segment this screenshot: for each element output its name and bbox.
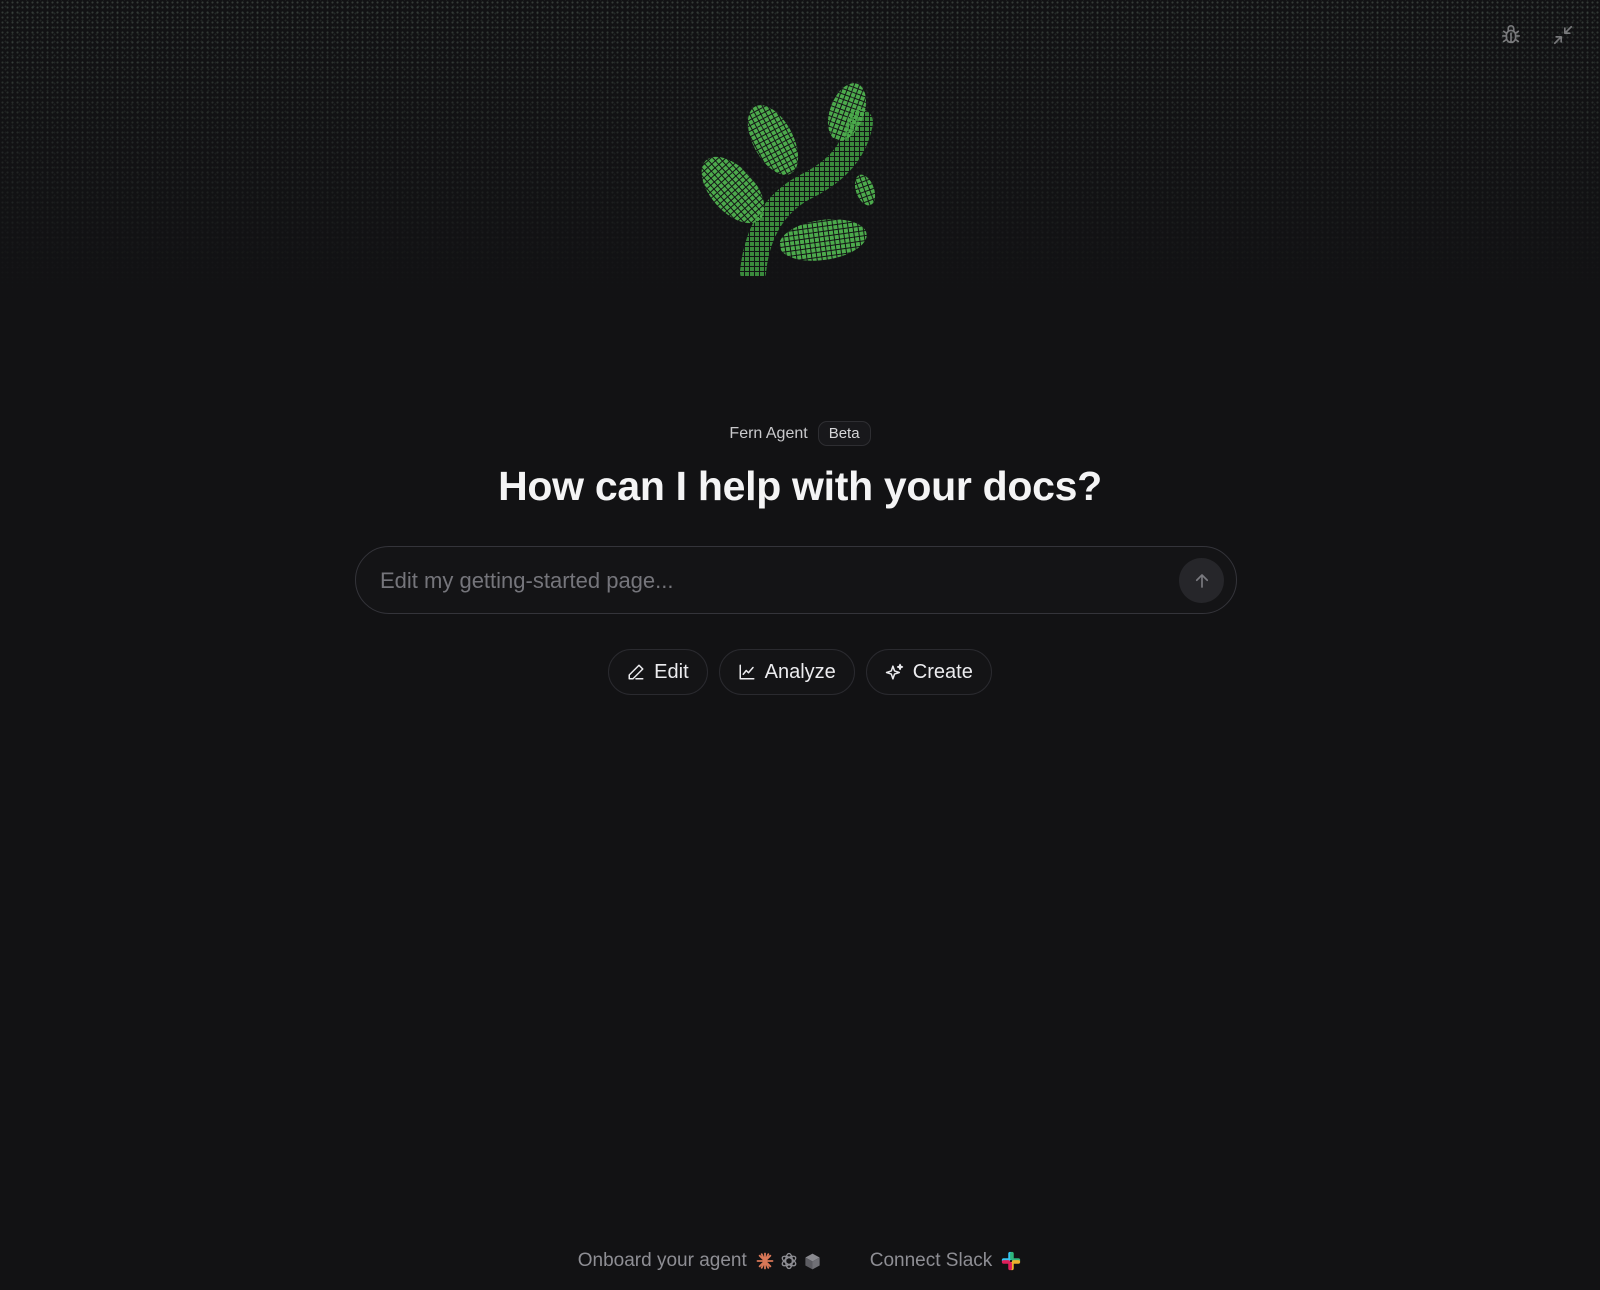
edit-button[interactable]: Edit bbox=[608, 649, 708, 695]
onboard-agent-link[interactable]: Onboard your agent bbox=[578, 1250, 822, 1272]
quick-actions: Edit Analyze Create bbox=[0, 649, 1600, 695]
create-label: Create bbox=[912, 660, 973, 683]
onboard-icons bbox=[755, 1251, 822, 1271]
top-actions bbox=[1496, 20, 1578, 50]
analyze-label: Analyze bbox=[764, 660, 836, 683]
line-chart-icon bbox=[739, 664, 755, 680]
bug-icon[interactable] bbox=[1496, 20, 1526, 50]
connect-slack-link[interactable]: Connect Slack bbox=[870, 1250, 1023, 1272]
slack-icon bbox=[1002, 1251, 1021, 1271]
analyze-button[interactable]: Analyze bbox=[718, 649, 855, 695]
sparkle-icon bbox=[885, 663, 903, 680]
send-button[interactable] bbox=[1179, 558, 1224, 603]
arrow-up-icon bbox=[1195, 573, 1208, 588]
create-button[interactable]: Create bbox=[865, 649, 992, 695]
claude-icon bbox=[756, 1252, 774, 1270]
onboard-label: Onboard your agent bbox=[577, 1250, 747, 1271]
agent-title-row: Fern Agent Beta bbox=[0, 421, 1600, 446]
edit-label: Edit bbox=[654, 660, 689, 683]
slack-label: Connect Slack bbox=[869, 1250, 993, 1271]
openai-icon bbox=[781, 1252, 797, 1270]
beta-badge: Beta bbox=[817, 421, 871, 446]
prompt-input[interactable] bbox=[378, 547, 1162, 615]
pencil-icon bbox=[628, 664, 644, 680]
fern-logo bbox=[695, 82, 895, 285]
agent-name: Fern Agent bbox=[729, 424, 808, 442]
page-title: How can I help with your docs? bbox=[498, 463, 1102, 509]
minimize-icon[interactable] bbox=[1548, 20, 1578, 50]
footer: Onboard your agent Connect Slack bbox=[0, 1250, 1600, 1272]
cube-icon bbox=[805, 1253, 820, 1269]
prompt-box bbox=[355, 546, 1237, 615]
